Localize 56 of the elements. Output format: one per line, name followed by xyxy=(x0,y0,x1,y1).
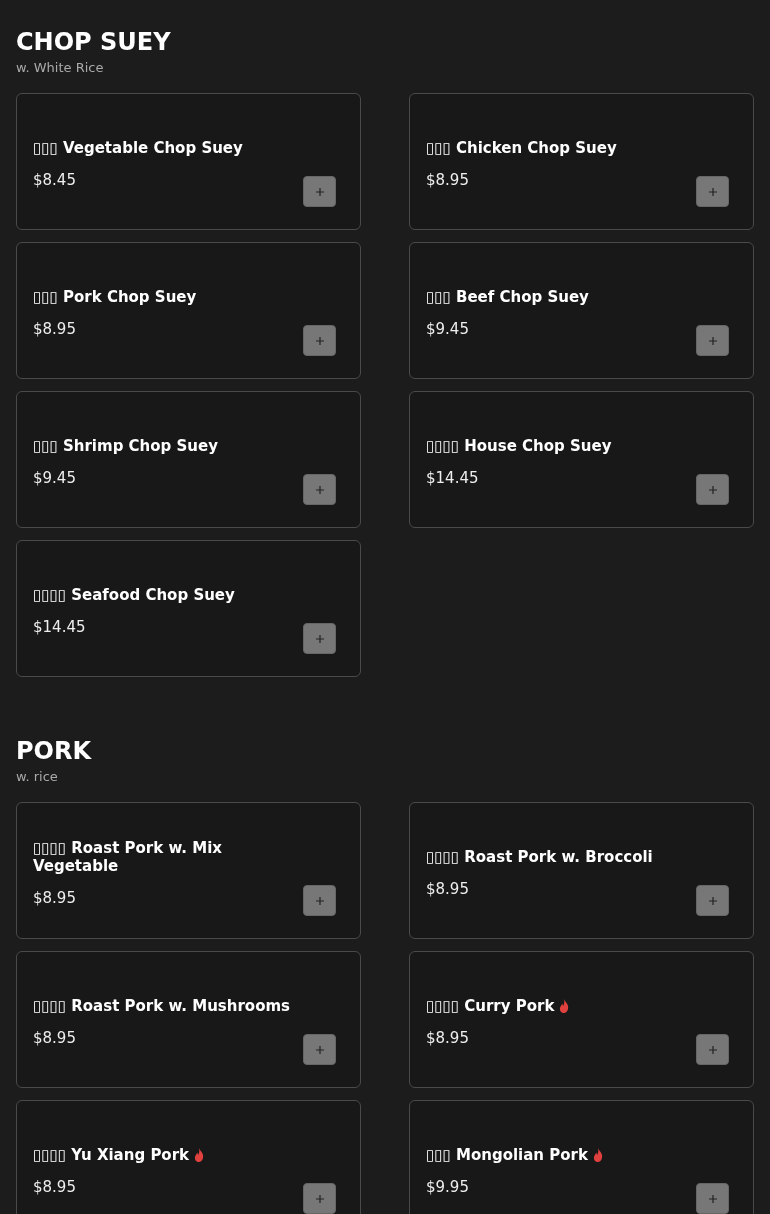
add-button[interactable] xyxy=(696,325,729,356)
add-button[interactable] xyxy=(696,474,729,505)
dish-price: $8.95 xyxy=(33,319,77,338)
plus-icon xyxy=(707,1044,718,1055)
dish-price: $8.45 xyxy=(33,170,77,189)
add-button[interactable] xyxy=(303,325,336,356)
dish-price: $8.95 xyxy=(33,1177,77,1196)
plus-icon xyxy=(314,1044,325,1055)
dish-price: $9.45 xyxy=(426,319,470,338)
plus-icon xyxy=(707,895,718,906)
add-button[interactable] xyxy=(696,1034,729,1065)
dish-price: $9.95 xyxy=(426,1177,470,1196)
dish-price: $8.95 xyxy=(33,888,77,907)
add-button[interactable] xyxy=(303,1034,336,1065)
plus-icon xyxy=(314,335,325,346)
add-button[interactable] xyxy=(696,176,729,207)
plus-icon xyxy=(314,186,325,197)
dish-price: $8.95 xyxy=(33,1028,77,1047)
add-button[interactable] xyxy=(303,474,336,505)
dish-name: ▯▯▯▯ House Chop Suey xyxy=(426,436,612,455)
dish-name: ▯▯▯▯ Roast Pork w. Mushrooms xyxy=(33,996,291,1015)
dish-price: $14.45 xyxy=(426,468,480,487)
dish-name: ▯▯▯ Vegetable Chop Suey xyxy=(33,138,243,157)
add-button[interactable] xyxy=(303,623,336,654)
dish-name: ▯▯▯ Mongolian Pork xyxy=(426,1145,588,1164)
plus-icon xyxy=(314,895,325,906)
dish-name: ▯▯▯▯ Roast Pork w. Broccoli xyxy=(426,847,653,866)
dish-name: ▯▯▯ Beef Chop Suey xyxy=(426,287,589,306)
dish-name: ▯▯▯▯ Curry Pork xyxy=(426,996,555,1015)
dish-price: $8.95 xyxy=(426,879,470,898)
dish-name: ▯▯▯ Chicken Chop Suey xyxy=(426,138,617,157)
dish-name: ▯▯▯▯ Yu Xiang Pork xyxy=(33,1145,190,1164)
section-title: PORK xyxy=(16,737,93,765)
plus-icon xyxy=(314,633,325,644)
dish-price: $14.45 xyxy=(33,617,87,636)
section-subtitle: w. rice xyxy=(16,769,59,784)
dish-name: ▯▯▯▯ Seafood Chop Suey xyxy=(33,585,235,604)
plus-icon xyxy=(707,335,718,346)
add-button[interactable] xyxy=(303,176,336,207)
dish-price: $8.95 xyxy=(426,170,470,189)
dish-name: ▯▯▯ Pork Chop Suey xyxy=(33,287,197,306)
add-button[interactable] xyxy=(303,885,336,916)
plus-icon xyxy=(707,484,718,495)
plus-icon xyxy=(314,1193,325,1204)
plus-icon xyxy=(314,484,325,495)
dish-name: ▯▯▯▯ Roast Pork w. Mix Vegetable xyxy=(33,838,223,875)
plus-icon xyxy=(707,186,718,197)
section-title: CHOP SUEY xyxy=(16,28,172,56)
add-button[interactable] xyxy=(303,1183,336,1214)
plus-icon xyxy=(707,1193,718,1204)
dish-price: $9.45 xyxy=(33,468,77,487)
dish-name: ▯▯▯ Shrimp Chop Suey xyxy=(33,436,218,455)
add-button[interactable] xyxy=(696,1183,729,1214)
section-subtitle: w. White Rice xyxy=(16,60,105,75)
add-button[interactable] xyxy=(696,885,729,916)
dish-price: $8.95 xyxy=(426,1028,470,1047)
